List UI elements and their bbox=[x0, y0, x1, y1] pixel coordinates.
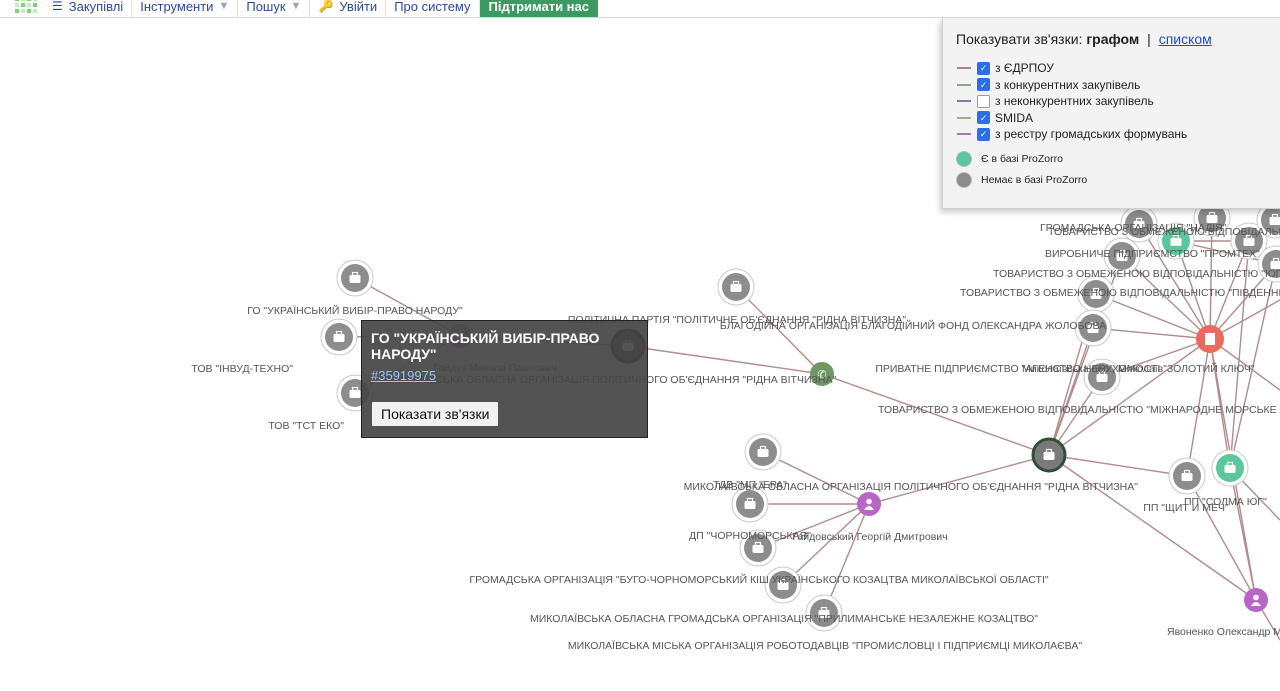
main-menu: ☰ Закупівлі Інструменти ▼ Пошук ▼ 🔑 Увій… bbox=[44, 0, 598, 17]
menu-procurements[interactable]: ☰ Закупівлі bbox=[44, 0, 131, 17]
menu-login-label: Увійти bbox=[339, 0, 378, 14]
legend-filter-row[interactable]: з реєстру громадських формувань bbox=[957, 127, 1187, 141]
legend-title-prefix: Показувати зв'язки: bbox=[956, 31, 1083, 47]
node-label: Явоненко Олександр М bbox=[1167, 626, 1280, 638]
graph-edge bbox=[1229, 467, 1257, 601]
node-label: ПП "СОЛМА ЮГ" bbox=[1184, 496, 1267, 508]
menu-tools-label: Інструменти bbox=[140, 0, 214, 14]
company-node[interactable] bbox=[1031, 437, 1067, 473]
graph-edge bbox=[627, 345, 823, 375]
node-label: БЛАГОДІЙНА ОРГАНІЗАЦІЯ БЛАГОДІЙНИЙ ФОНД … bbox=[720, 319, 1106, 332]
support-us-button[interactable]: Підтримати нас bbox=[478, 0, 598, 17]
legend-filter-label: з ЄДРПОУ bbox=[995, 61, 1054, 75]
graph-edge bbox=[1048, 454, 1188, 477]
legend-filter-row[interactable]: SMIDA bbox=[957, 111, 1033, 125]
menu-about-label: Про систему bbox=[394, 0, 471, 14]
company-node[interactable] bbox=[1168, 457, 1206, 495]
node-label: ГРОМАДСЬКА ОРГАНІЗАЦІЯ "НАДІЯ" bbox=[1040, 222, 1227, 234]
legend-node-type: Є в базі ProZorro bbox=[956, 151, 1063, 167]
menu-about[interactable]: Про систему bbox=[385, 0, 478, 17]
legend-panel: Показувати зв'язки: графом | списком з Є… bbox=[942, 18, 1280, 209]
person-node[interactable] bbox=[857, 492, 881, 516]
legend-filter-label: з конкурентних закупівель bbox=[995, 77, 1141, 92]
node-label: ТОВ "ТСТ ЕКО" bbox=[268, 420, 344, 432]
tooltip-edrpou-link[interactable]: #35919975 bbox=[371, 368, 436, 383]
legend-filter-label: з реєстру громадських формувань bbox=[995, 127, 1188, 141]
node-label: ТОВАРИСТВО З ОБМЕЖЕНОЮ ВІДПОВІДАЛЬНІСТЮ … bbox=[993, 268, 1280, 280]
node-label: ТОВ "ІНВУД-ТЕХНО" bbox=[191, 363, 293, 375]
legend-node-dot bbox=[956, 172, 972, 188]
legend-line-swatch bbox=[957, 116, 971, 119]
company-node[interactable] bbox=[717, 268, 755, 306]
tooltip-title: ГО "УКРАЇНСЬКИЙ ВИБІР-ПРАВО НАРОДУ" bbox=[371, 330, 600, 362]
legend-filter-label: з неконкурентних закупівель bbox=[995, 94, 1154, 108]
legend-node-dot bbox=[956, 151, 972, 167]
mode-separator: | bbox=[1147, 31, 1151, 47]
legend-node-type: Немає в базі ProZorro bbox=[956, 172, 1087, 188]
node-label: ГРОМАДСЬКА ОРГАНІЗАЦІЯ "БУГО-ЧОРНОМОРСЬК… bbox=[469, 573, 1048, 586]
graph-edge bbox=[1048, 338, 1211, 456]
graph-edge bbox=[868, 454, 1050, 505]
company-node[interactable] bbox=[744, 433, 782, 471]
caret-down-icon: ▼ bbox=[290, 0, 302, 12]
legend-checkbox[interactable] bbox=[977, 61, 990, 75]
legend-checkbox[interactable] bbox=[977, 127, 990, 141]
list-icon: ☰ bbox=[52, 0, 63, 13]
menu-procurements-label: Закупівлі bbox=[68, 0, 124, 14]
node-label: ТОВАРИСТВО З ОБМЕЖЕНОЮ ВІДПОВІДАЛЬНІСТЮ … bbox=[960, 286, 1280, 299]
company-node[interactable] bbox=[320, 318, 358, 356]
legend-filter-label: SMIDA bbox=[995, 110, 1034, 125]
legend-node-label: Є в базі ProZorro bbox=[981, 153, 1063, 165]
legend-checkbox[interactable] bbox=[977, 111, 990, 124]
node-label: МИКОЛАЇВСЬКА ОБЛАСНА ГРОМАДСЬКА ОРГАНІЗА… bbox=[530, 613, 1038, 625]
node-label: Гайдовський Георгій Дмитрович bbox=[792, 531, 947, 543]
node-label: ВИРОБНИЧЕ ПІДПРИЄМСТВО "ПРОМТЕХ" bbox=[1045, 248, 1260, 260]
legend-node-label: Немає в базі ProZorro bbox=[981, 174, 1088, 186]
legend-line-swatch bbox=[957, 83, 971, 86]
legend-title: Показувати зв'язки: графом | списком bbox=[956, 31, 1212, 47]
key-icon: 🔑 bbox=[318, 0, 334, 13]
organization-node[interactable] bbox=[1196, 325, 1224, 353]
menu-search[interactable]: Пошук ▼ bbox=[237, 0, 309, 17]
person-node[interactable] bbox=[1244, 588, 1268, 612]
menu-login[interactable]: 🔑 Увійти bbox=[309, 0, 385, 17]
legend-filter-row[interactable]: з неконкурентних закупівель bbox=[957, 94, 1154, 108]
legend-filter-row[interactable]: з конкурентних закупівель bbox=[957, 78, 1140, 92]
legend-line-swatch bbox=[957, 67, 971, 69]
support-us-label: Підтримати нас bbox=[488, 0, 589, 14]
menu-search-label: Пошук bbox=[246, 0, 286, 14]
view-mode-list-link[interactable]: списком bbox=[1159, 31, 1212, 47]
show-relations-button[interactable]: Показати зв'язки bbox=[371, 401, 500, 427]
legend-line-swatch bbox=[957, 133, 971, 135]
legend-checkbox[interactable] bbox=[977, 94, 990, 108]
node-label: ГО "УКРАЇНСЬКИЙ ВИБІР-ПРАВО НАРОДУ" bbox=[247, 304, 463, 317]
node-label: Миколаївська обл., Миколаїв bbox=[1022, 363, 1164, 375]
legend-filter-row[interactable]: з ЄДРПОУ bbox=[957, 61, 1054, 75]
legend-line-swatch bbox=[957, 100, 971, 102]
node-tooltip: ГО "УКРАЇНСЬКИЙ ВИБІР-ПРАВО НАРОДУ" #359… bbox=[361, 320, 648, 438]
company-node[interactable] bbox=[1211, 449, 1249, 487]
company-node[interactable] bbox=[336, 259, 374, 297]
menu-tools[interactable]: Інструменти ▼ bbox=[131, 0, 237, 17]
site-logo[interactable] bbox=[14, 0, 38, 16]
top-navigation-bar: ☰ Закупівлі Інструменти ▼ Пошук ▼ 🔑 Увій… bbox=[0, 0, 1280, 18]
node-label: ТОВАРИСТВО З ОБМЕЖЕНОЮ ВІДПОВІДАЛЬНІСТЮ … bbox=[878, 404, 1280, 416]
legend-checkbox[interactable] bbox=[977, 78, 990, 91]
view-mode-graph: графом bbox=[1086, 31, 1140, 47]
caret-down-icon: ▼ bbox=[218, 0, 230, 12]
node-label: МИКОЛАЇВСЬКА МІСЬКА ОРГАНІЗАЦІЯ РОБОТОДА… bbox=[568, 640, 1082, 652]
node-label: ТДВ "МП "ЕРА" bbox=[713, 479, 787, 491]
